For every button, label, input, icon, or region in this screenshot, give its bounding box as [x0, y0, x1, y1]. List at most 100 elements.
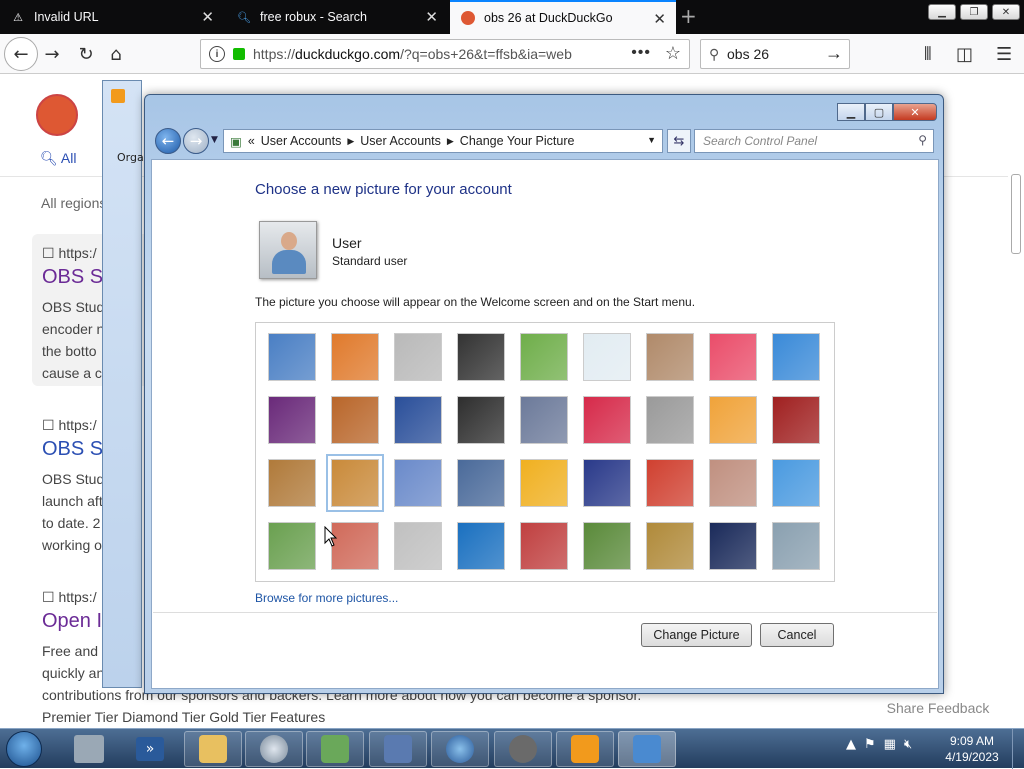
account-picture-option[interactable]	[520, 396, 568, 444]
chevron-right-icon[interactable]: ▶	[347, 136, 354, 147]
result-url[interactable]: ☐ https:/	[42, 414, 97, 436]
taskbar-network[interactable]	[431, 731, 489, 767]
account-picture-option[interactable]	[646, 333, 694, 381]
back-arrow-icon[interactable]: ←	[9, 42, 33, 66]
account-picture-option[interactable]	[326, 454, 384, 512]
organize-menu[interactable]: Orga	[117, 151, 144, 164]
account-picture-option[interactable]	[583, 459, 631, 507]
result-title[interactable]: OBS St	[42, 266, 109, 289]
reload-icon[interactable]: ↻	[74, 42, 98, 66]
flag-icon[interactable]: ⚑	[864, 737, 876, 752]
page-scrollbar[interactable]	[1008, 74, 1024, 728]
close-tab-icon[interactable]: ✕	[653, 10, 666, 28]
taskbar-users[interactable]	[306, 731, 364, 767]
address-bar[interactable]: i https://duckduckgo.com/?q=obs+26&t=ffs…	[200, 39, 690, 69]
taskbar-keyboard[interactable]	[369, 731, 427, 767]
account-picture-option[interactable]	[268, 459, 316, 507]
bookmark-star-icon[interactable]: ☆	[665, 43, 681, 64]
menu-icon[interactable]: ☰	[996, 44, 1012, 65]
account-picture-option[interactable]	[457, 522, 505, 570]
powershell-icon[interactable]: »	[136, 737, 164, 761]
account-picture-option[interactable]	[709, 333, 757, 381]
account-picture-option[interactable]	[709, 396, 757, 444]
account-picture-option[interactable]	[457, 333, 505, 381]
region-filter[interactable]: All regions	[41, 192, 106, 214]
go-arrow-icon[interactable]: →	[825, 43, 843, 64]
scroll-thumb[interactable]	[1011, 174, 1021, 254]
account-picture-option[interactable]	[520, 333, 568, 381]
account-picture-option[interactable]	[646, 459, 694, 507]
start-button[interactable]	[6, 731, 42, 767]
account-picture-option[interactable]	[583, 333, 631, 381]
tab-all[interactable]: 🔍︎ All	[40, 150, 76, 167]
result-url[interactable]: ☐ https:/	[42, 586, 97, 608]
account-picture-option[interactable]	[583, 396, 631, 444]
recent-pages-icon[interactable]: ▼	[211, 135, 218, 145]
tab-free-robux[interactable]: 🔍︎ free robux - Search ✕	[226, 0, 448, 34]
breadcrumb-user-accounts[interactable]: User Accounts	[261, 134, 342, 148]
taskbar-explorer[interactable]	[184, 731, 242, 767]
new-tab-icon[interactable]: +	[680, 4, 697, 28]
share-feedback-button[interactable]: Share Feedback	[878, 696, 998, 720]
chevron-right-icon[interactable]: ▶	[447, 136, 454, 147]
network-icon[interactable]: ▦	[884, 737, 896, 752]
cancel-button[interactable]: Cancel	[760, 623, 834, 647]
result-title[interactable]: Open I	[42, 610, 102, 633]
system-clock[interactable]: 9:09 AM 4/19/2023	[942, 733, 1002, 765]
account-picture-option[interactable]	[709, 459, 757, 507]
account-picture-option[interactable]	[520, 459, 568, 507]
taskbar-control-panel[interactable]	[618, 731, 676, 767]
media-player-window[interactable]: Orga	[102, 80, 144, 688]
account-picture-option[interactable]	[772, 333, 820, 381]
account-picture-option[interactable]	[394, 522, 442, 570]
account-picture-option[interactable]	[331, 333, 379, 381]
forward-arrow-icon[interactable]: →	[40, 42, 64, 66]
account-picture-option[interactable]	[394, 396, 442, 444]
browser-search-box[interactable]: ⚲ obs 26 →	[700, 39, 850, 69]
account-picture-option[interactable]	[331, 522, 379, 570]
back-arrow-icon[interactable]: ←	[155, 128, 181, 154]
account-picture-option[interactable]	[583, 522, 631, 570]
refresh-icon[interactable]: ⇆	[667, 129, 691, 153]
account-picture-option[interactable]	[772, 522, 820, 570]
account-picture-option[interactable]	[394, 333, 442, 381]
chevron-up-icon[interactable]: ▲	[846, 737, 856, 752]
taskbar-app[interactable]	[245, 731, 303, 767]
account-picture-option[interactable]	[772, 396, 820, 444]
breadcrumb-user-accounts-2[interactable]: User Accounts	[360, 134, 441, 148]
account-picture-option[interactable]	[268, 333, 316, 381]
close-tab-icon[interactable]: ✕	[425, 8, 438, 26]
maximize-icon[interactable]: ▢	[865, 103, 893, 121]
minimize-icon[interactable]: ▁	[928, 4, 956, 20]
tab-invalid-url[interactable]: ⚠ Invalid URL ✕	[0, 0, 224, 34]
account-picture-option[interactable]	[268, 522, 316, 570]
tab-duckduckgo[interactable]: obs 26 at DuckDuckGo ✕	[450, 0, 676, 34]
info-icon[interactable]: i	[209, 46, 225, 62]
account-picture-option[interactable]	[457, 459, 505, 507]
server-manager-icon[interactable]	[74, 735, 104, 763]
show-desktop-button[interactable]	[1012, 729, 1024, 769]
restore-icon[interactable]: ❐	[960, 4, 988, 20]
account-picture-option[interactable]	[646, 396, 694, 444]
account-picture-option[interactable]	[331, 396, 379, 444]
result-url[interactable]: ☐ https:/	[42, 242, 97, 264]
browse-pictures-link[interactable]: Browse for more pictures...	[255, 591, 398, 605]
taskbar-raccoon[interactable]	[494, 731, 552, 767]
change-picture-button[interactable]: Change Picture	[641, 623, 752, 647]
sidebar-icon[interactable]: ◫	[956, 44, 973, 65]
page-actions-icon[interactable]: •••	[631, 44, 651, 62]
result-title[interactable]: OBS St	[42, 438, 109, 461]
close-icon[interactable]: ✕	[893, 103, 937, 121]
taskbar-media-player[interactable]	[556, 731, 614, 767]
account-picture-option[interactable]	[394, 459, 442, 507]
library-icon[interactable]: ⫴	[924, 44, 932, 65]
account-picture-option[interactable]	[709, 522, 757, 570]
close-tab-icon[interactable]: ✕	[201, 8, 214, 26]
chevron-down-icon[interactable]: ▼	[647, 135, 656, 145]
account-picture-option[interactable]	[268, 396, 316, 444]
duckduckgo-logo[interactable]	[36, 94, 78, 136]
volume-muted-icon[interactable]: 🔇︎	[904, 737, 912, 752]
forward-arrow-icon[interactable]: →	[183, 128, 209, 154]
close-icon[interactable]: ✕	[992, 4, 1020, 20]
breadcrumb[interactable]: ▣ « User Accounts ▶ User Accounts ▶ Chan…	[223, 129, 663, 153]
